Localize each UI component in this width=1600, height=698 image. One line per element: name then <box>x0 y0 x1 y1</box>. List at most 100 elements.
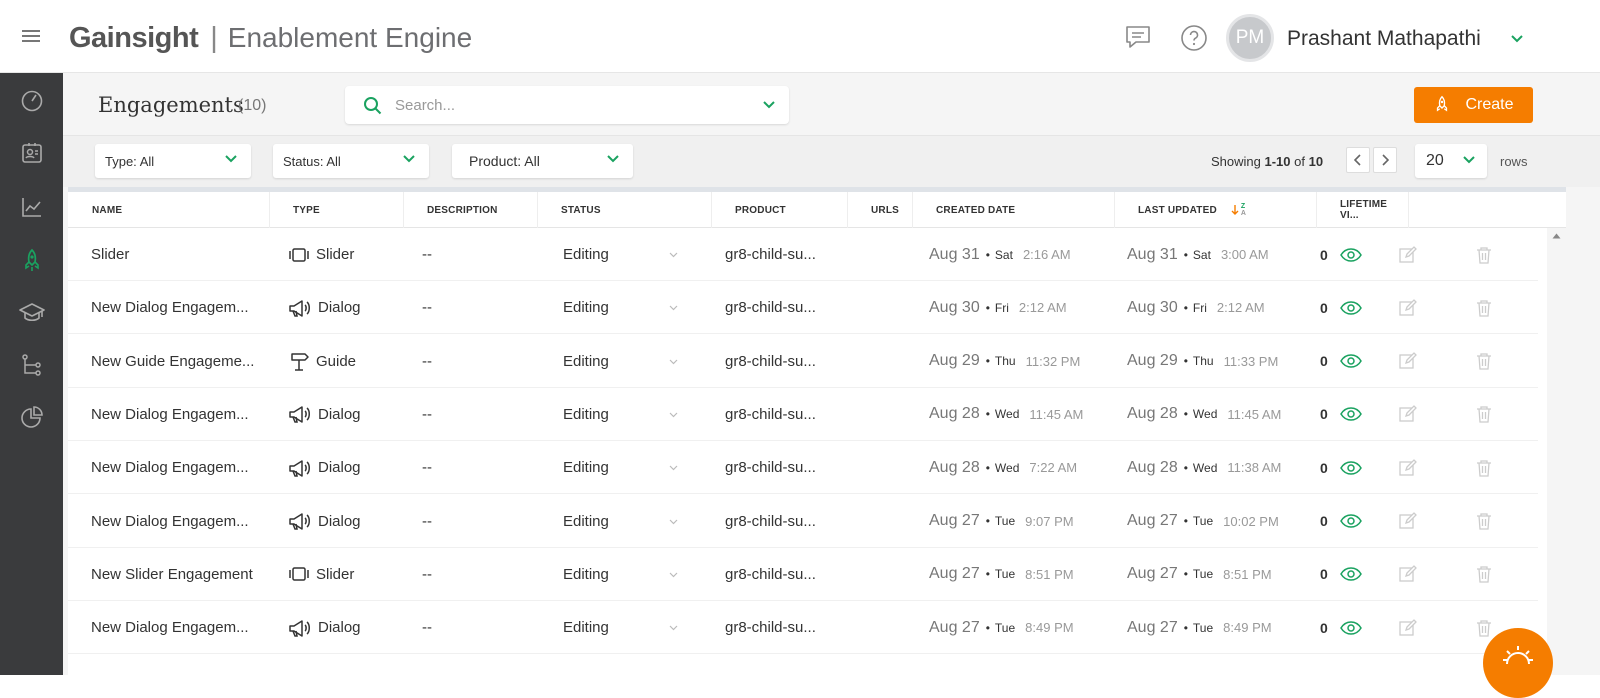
edit-icon[interactable] <box>1398 548 1418 601</box>
sidebar-item-reports[interactable] <box>0 393 63 441</box>
table-row[interactable]: New Guide Engageme... Guide -- Editing g… <box>68 335 1538 388</box>
assistant-fab-button[interactable] <box>1483 628 1553 698</box>
preview-eye-icon[interactable] <box>1340 228 1362 281</box>
column-header-status[interactable]: STATUS <box>538 192 712 228</box>
table-row[interactable]: New Dialog Engagem... Dialog -- Editing … <box>68 601 1538 655</box>
engagement-description: -- <box>422 405 432 423</box>
table-row[interactable]: New Dialog Engagem... Dialog -- Editing … <box>68 495 1538 548</box>
edit-icon[interactable] <box>1398 495 1418 548</box>
engagement-name[interactable]: New Dialog Engagem... <box>91 441 249 494</box>
created-day: Sat <box>994 247 1013 262</box>
sidebar-item-learning[interactable] <box>0 289 63 337</box>
delete-icon[interactable] <box>1476 281 1492 334</box>
engagement-product: gr8-child-su... <box>725 405 816 423</box>
search-input[interactable] <box>395 94 745 116</box>
engagement-name[interactable]: New Dialog Engagem... <box>91 281 249 334</box>
chevron-down-icon[interactable] <box>763 101 775 109</box>
delete-icon[interactable] <box>1476 335 1492 388</box>
edit-icon[interactable] <box>1398 281 1418 334</box>
preview-eye-icon[interactable] <box>1340 495 1362 548</box>
chevron-down-icon[interactable] <box>1510 31 1524 49</box>
preview-eye-icon[interactable] <box>1340 441 1362 494</box>
lifetime-views: 0 <box>1320 513 1328 529</box>
user-name[interactable]: Prashant Mathapathi <box>1287 27 1481 51</box>
status-dropdown[interactable]: Editing <box>563 335 683 388</box>
next-page-button[interactable] <box>1373 147 1397 173</box>
menu-icon[interactable] <box>22 30 40 44</box>
sidebar-item-contacts[interactable] <box>0 129 63 177</box>
status-dropdown[interactable]: Editing <box>563 548 683 601</box>
sidebar-item-engagements[interactable] <box>0 237 63 285</box>
column-header-lifetime-views[interactable]: LIFETIME VI... <box>1317 192 1409 228</box>
engagement-name[interactable]: New Dialog Engagem... <box>91 388 249 441</box>
preview-eye-icon[interactable] <box>1340 335 1362 388</box>
status-dropdown[interactable]: Editing <box>563 495 683 548</box>
chevron-down-icon <box>403 155 415 163</box>
edit-icon[interactable] <box>1398 335 1418 388</box>
scroll-up-icon[interactable] <box>1552 233 1561 239</box>
search-box[interactable] <box>345 86 789 124</box>
created-time: 9:07 PM <box>1025 513 1074 529</box>
table-row[interactable]: New Dialog Engagem... Dialog -- Editing … <box>68 281 1538 335</box>
table-row[interactable]: New Slider Engagement Slider -- Editing … <box>68 548 1538 601</box>
sort-descending-icon[interactable]: Z A <box>1231 203 1246 217</box>
updated-day: Sat <box>1192 247 1211 262</box>
edit-icon[interactable] <box>1398 441 1418 494</box>
status-dropdown[interactable]: Editing <box>563 388 683 441</box>
vertical-scrollbar[interactable] <box>1547 228 1566 675</box>
column-header-description[interactable]: DESCRIPTION <box>404 192 538 228</box>
delete-icon[interactable] <box>1476 388 1492 441</box>
edit-icon[interactable] <box>1398 228 1418 281</box>
type-filter[interactable]: Type: All <box>95 144 251 178</box>
chat-icon[interactable] <box>1124 24 1154 57</box>
status-value: Editing <box>563 619 609 637</box>
created-date-value: Aug 28 <box>929 405 980 423</box>
create-button[interactable]: Create <box>1414 87 1533 123</box>
updated-time: 8:49 PM <box>1223 620 1272 636</box>
preview-eye-icon[interactable] <box>1340 388 1362 441</box>
table-row[interactable]: New Dialog Engagem... Dialog -- Editing … <box>68 441 1538 495</box>
status-filter[interactable]: Status: All <box>273 144 429 178</box>
table-row[interactable]: New Dialog Engagem... Dialog -- Editing … <box>68 388 1538 441</box>
engagement-name[interactable]: New Guide Engageme... <box>91 335 254 388</box>
column-header-type[interactable]: TYPE <box>270 192 404 228</box>
lifetime-views: 0 <box>1320 299 1328 316</box>
engagement-name[interactable]: New Dialog Engagem... <box>91 495 249 548</box>
column-header-name[interactable]: NAME <box>68 192 270 228</box>
sidebar-item-dashboard[interactable] <box>0 77 63 125</box>
engagement-name[interactable]: Slider <box>91 228 129 281</box>
product-filter[interactable]: Product: All <box>452 144 633 178</box>
delete-icon[interactable] <box>1476 228 1492 281</box>
column-header-created-date[interactable]: CREATED DATE <box>913 192 1115 228</box>
delete-icon[interactable] <box>1476 441 1492 494</box>
edit-icon[interactable] <box>1398 601 1418 654</box>
rows-per-page-select[interactable]: 20 <box>1415 144 1487 178</box>
help-icon[interactable] <box>1180 24 1208 57</box>
delete-icon[interactable] <box>1476 495 1492 548</box>
status-dropdown[interactable]: Editing <box>563 228 683 281</box>
column-header-last-updated[interactable]: LAST UPDATED Z A <box>1115 192 1317 228</box>
engagement-type-label: Dialog <box>318 405 361 423</box>
engagement-name[interactable]: New Dialog Engagem... <box>91 601 249 654</box>
prev-page-button[interactable] <box>1346 147 1370 173</box>
engagement-name[interactable]: New Slider Engagement <box>91 548 253 601</box>
created-date: Aug 28 • Wed 7:22 AM <box>929 458 1078 476</box>
preview-eye-icon[interactable] <box>1340 281 1362 334</box>
column-header-product[interactable]: PRODUCT <box>712 192 848 228</box>
engagement-description: -- <box>422 352 432 370</box>
updated-day: Tue <box>1192 514 1214 528</box>
status-dropdown[interactable]: Editing <box>563 441 683 494</box>
sidebar-item-flows[interactable] <box>0 341 63 389</box>
edit-icon[interactable] <box>1398 388 1418 441</box>
column-header-urls[interactable]: URLS <box>848 192 913 228</box>
engagement-type: Slider <box>288 228 354 281</box>
status-dropdown[interactable]: Editing <box>563 601 683 654</box>
pagination-summary: Showing 1-10 of 10 <box>1211 154 1323 169</box>
table-row[interactable]: Slider Slider -- Editing gr8-child-su...… <box>68 228 1538 281</box>
preview-eye-icon[interactable] <box>1340 601 1362 654</box>
avatar[interactable]: PM <box>1226 14 1274 62</box>
delete-icon[interactable] <box>1476 548 1492 601</box>
preview-eye-icon[interactable] <box>1340 548 1362 601</box>
status-dropdown[interactable]: Editing <box>563 281 683 334</box>
sidebar-item-analytics[interactable] <box>0 183 63 231</box>
